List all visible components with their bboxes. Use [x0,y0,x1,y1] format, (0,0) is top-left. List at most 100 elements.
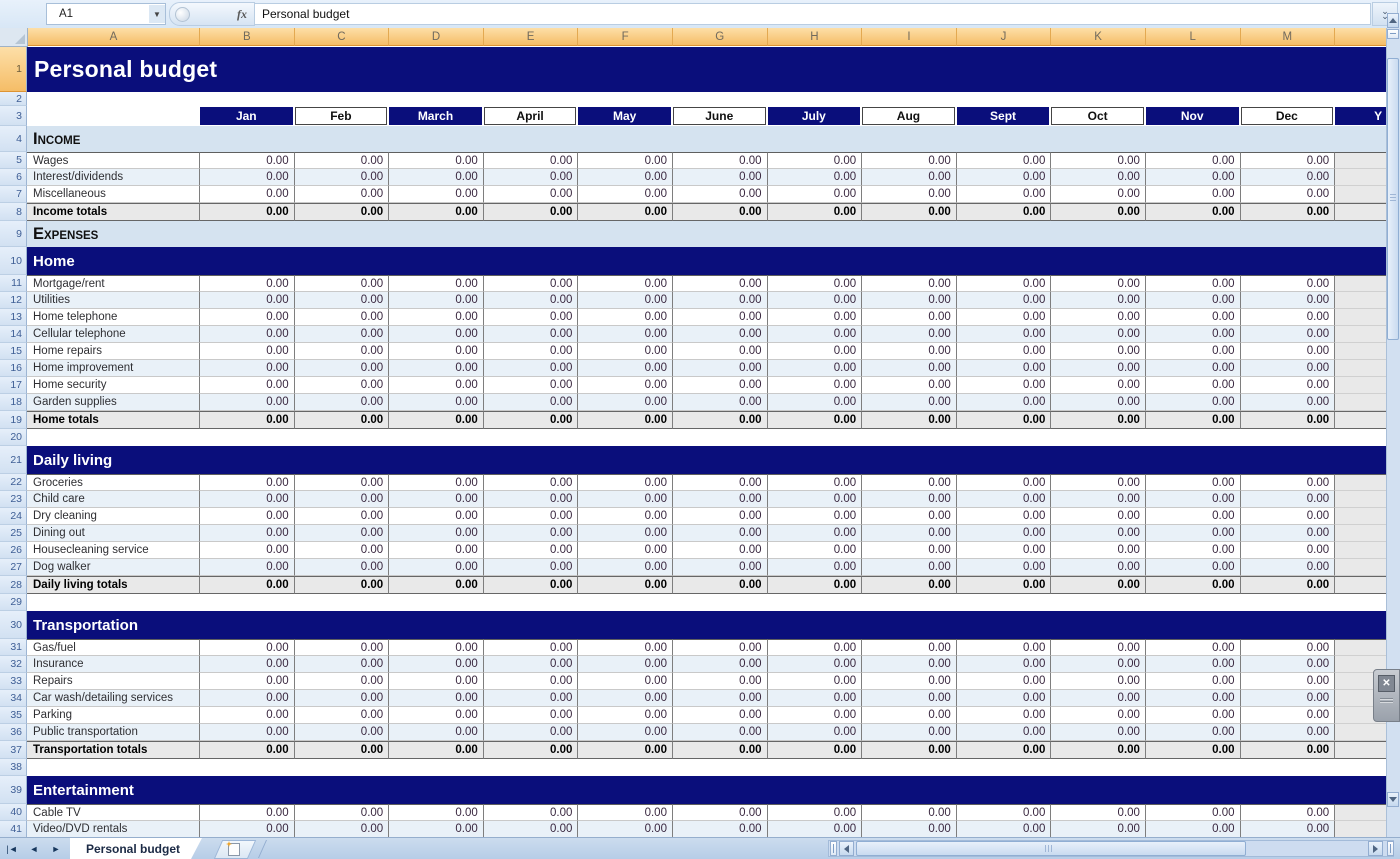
value-cell[interactable]: 0.00 [483,690,578,707]
row-header-11[interactable]: 11 [0,275,27,292]
value-cell[interactable]: 0.00 [1050,491,1145,508]
value-cell[interactable]: 0.00 [483,275,578,292]
value-cell[interactable]: 0.00 [294,474,389,491]
value-cell[interactable]: 0.00 [1050,525,1145,542]
value-cell[interactable]: 0.00 [388,741,483,759]
value-cell[interactable]: 0.00 [483,186,578,203]
value-cell[interactable]: 0.00 [388,343,483,360]
value-cell[interactable]: 0.00 [672,411,767,429]
value-cell[interactable]: 0.00 [861,186,956,203]
value-cell[interactable]: 0.00 [1240,186,1335,203]
row-header-33[interactable]: 33 [0,673,27,690]
value-cell[interactable]: 0.00 [577,656,672,673]
value-cell[interactable]: 0.00 [1145,673,1240,690]
value-cell[interactable]: 0.00 [672,377,767,394]
value-cell[interactable]: 0.00 [1240,576,1335,594]
month-cell[interactable]: May [577,106,672,126]
month-cell[interactable]: Feb [294,106,389,126]
column-header-B[interactable]: B [200,28,295,46]
value-cell[interactable]: 0.00 [767,804,862,821]
value-cell[interactable]: 0.00 [767,821,862,837]
value-cell[interactable]: 0.00 [767,724,862,741]
value-cell[interactable]: 0.00 [577,474,672,491]
value-cell[interactable]: 0.00 [767,411,862,429]
budget-line-label[interactable]: Home totals [27,411,199,429]
row-header-25[interactable]: 25 [0,525,27,542]
value-cell[interactable]: 0.00 [294,169,389,186]
column-header-H[interactable]: H [768,28,863,46]
value-cell[interactable]: 0.00 [1145,491,1240,508]
value-cell[interactable]: 0.00 [1050,474,1145,491]
close-icon[interactable]: ✕ [1378,675,1395,692]
value-cell[interactable]: 0.00 [1240,169,1335,186]
value-cell[interactable]: 0.00 [767,292,862,309]
value-cell[interactable]: 0.00 [1240,309,1335,326]
value-cell[interactable]: 0.00 [199,673,294,690]
value-cell[interactable]: 0.00 [1240,690,1335,707]
value-cell[interactable]: 0.00 [861,656,956,673]
value-cell[interactable]: 0.00 [956,707,1051,724]
value-cell[interactable]: 0.00 [1240,411,1335,429]
value-cell[interactable]: 0.00 [1240,804,1335,821]
value-cell[interactable]: 0.00 [1145,804,1240,821]
row-header-28[interactable]: 28 [0,576,27,594]
value-cell[interactable]: 0.00 [861,559,956,576]
value-cell[interactable]: 0.00 [767,576,862,594]
value-cell[interactable]: 0.00 [483,326,578,343]
value-cell[interactable]: 0.00 [483,343,578,360]
value-cell[interactable]: 0.00 [199,707,294,724]
value-cell[interactable]: 0.00 [1240,673,1335,690]
row-header-36[interactable]: 36 [0,724,27,741]
value-cell[interactable]: 0.00 [294,360,389,377]
column-header-K[interactable]: K [1051,28,1146,46]
budget-line-label[interactable]: Utilities [27,292,199,309]
value-cell[interactable]: 0.00 [577,690,672,707]
value-cell[interactable]: 0.00 [767,186,862,203]
value-cell[interactable]: 0.00 [1145,656,1240,673]
year-total-cell[interactable] [1334,559,1386,576]
value-cell[interactable]: 0.00 [1145,275,1240,292]
value-cell[interactable]: 0.00 [1145,559,1240,576]
row-header-6[interactable]: 6 [0,169,27,186]
value-cell[interactable]: 0.00 [672,474,767,491]
value-cell[interactable]: 0.00 [956,203,1051,221]
value-cell[interactable]: 0.00 [577,508,672,525]
row-header-26[interactable]: 26 [0,542,27,559]
horizontal-split-handle[interactable] [830,841,837,856]
value-cell[interactable]: 0.00 [199,690,294,707]
value-cell[interactable]: 0.00 [388,275,483,292]
value-cell[interactable]: 0.00 [861,707,956,724]
value-cell[interactable]: 0.00 [577,411,672,429]
value-cell[interactable]: 0.00 [294,152,389,169]
next-sheet-button[interactable]: ► [48,841,64,857]
budget-line-label[interactable]: Dry cleaning [27,508,199,525]
value-cell[interactable]: 0.00 [1145,821,1240,837]
value-cell[interactable]: 0.00 [956,559,1051,576]
value-cell[interactable]: 0.00 [956,377,1051,394]
scroll-down-button[interactable] [1387,792,1399,807]
value-cell[interactable]: 0.00 [861,203,956,221]
value-cell[interactable]: 0.00 [861,741,956,759]
value-cell[interactable]: 0.00 [956,309,1051,326]
year-total-cell[interactable] [1334,411,1386,429]
column-header-partial[interactable] [1335,28,1386,46]
value-cell[interactable]: 0.00 [199,821,294,837]
month-cell[interactable]: Aug [861,106,956,126]
vertical-scroll-thumb[interactable] [1387,58,1399,340]
value-cell[interactable]: 0.00 [861,292,956,309]
row-header-38[interactable]: 38 [0,759,27,776]
value-cell[interactable]: 0.00 [767,542,862,559]
column-header-I[interactable]: I [862,28,957,46]
value-cell[interactable]: 0.00 [672,559,767,576]
value-cell[interactable]: 0.00 [1240,152,1335,169]
budget-line-label[interactable]: Cable TV [27,804,199,821]
row-header-31[interactable]: 31 [0,639,27,656]
value-cell[interactable]: 0.00 [672,152,767,169]
value-cell[interactable]: 0.00 [388,360,483,377]
value-cell[interactable]: 0.00 [388,821,483,837]
value-cell[interactable]: 0.00 [1050,394,1145,411]
value-cell[interactable]: 0.00 [767,656,862,673]
value-cell[interactable]: 0.00 [199,411,294,429]
row-header-32[interactable]: 32 [0,656,27,673]
year-total-cell[interactable] [1334,169,1386,186]
